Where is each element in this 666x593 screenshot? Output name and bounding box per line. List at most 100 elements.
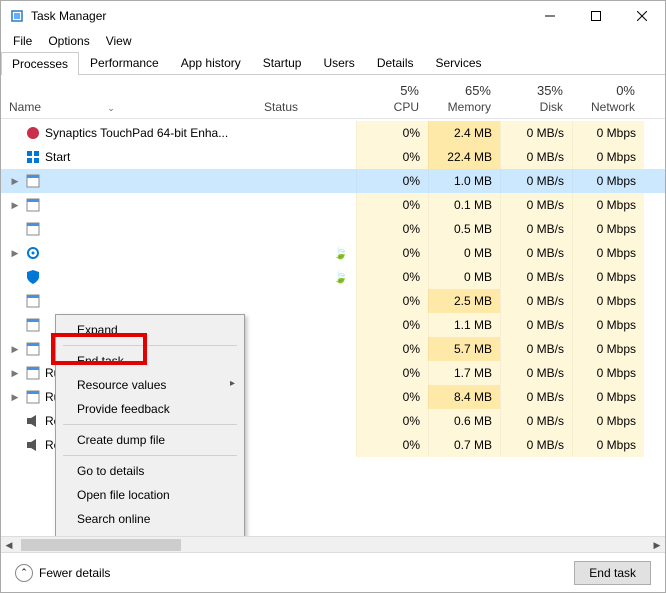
process-row[interactable]: 🍃0%0 MB0 MB/s0 Mbps — [1, 265, 665, 289]
memory-cell: 0 MB — [428, 265, 500, 289]
cpu-cell: 0% — [356, 337, 428, 361]
leaf-icon: 🍃 — [333, 246, 348, 260]
process-name-cell — [1, 217, 256, 241]
network-cell: 0 Mbps — [572, 313, 644, 337]
ctx-create-dump[interactable]: Create dump file — [59, 428, 241, 452]
disk-cell: 0 MB/s — [500, 433, 572, 457]
chevron-up-icon: ⌃ — [15, 564, 33, 582]
process-row[interactable]: ▶ 0%1.0 MB0 MB/s0 Mbps — [1, 169, 665, 193]
tab-services[interactable]: Services — [425, 51, 493, 74]
process-name-cell — [1, 265, 256, 289]
process-list[interactable]: Synaptics TouchPad 64-bit Enha...0%2.4 M… — [1, 119, 665, 536]
col-cpu[interactable]: 5% CPU — [356, 75, 428, 118]
memory-cell: 2.4 MB — [428, 121, 500, 145]
tab-app-history[interactable]: App history — [170, 51, 252, 74]
ctx-resource-values[interactable]: Resource values — [59, 373, 241, 397]
expand-icon[interactable]: ▶ — [9, 344, 21, 355]
disk-cell: 0 MB/s — [500, 217, 572, 241]
tab-processes[interactable]: Processes — [1, 52, 79, 75]
expand-icon[interactable]: ▶ — [9, 248, 21, 259]
ctx-go-details[interactable]: Go to details — [59, 459, 241, 483]
expand-icon[interactable]: ▶ — [9, 368, 21, 379]
col-disk[interactable]: 35% Disk — [500, 75, 572, 118]
scroll-left-icon[interactable]: ◀ — [1, 537, 17, 553]
minimize-button[interactable] — [527, 1, 573, 31]
ctx-provide-feedback[interactable]: Provide feedback — [59, 397, 241, 421]
memory-cell: 1.1 MB — [428, 313, 500, 337]
process-name-cell: ▶ — [1, 193, 256, 217]
horizontal-scrollbar[interactable]: ◀ ▶ — [1, 536, 665, 552]
cpu-cell: 0% — [356, 121, 428, 145]
col-network[interactable]: 0% Network — [572, 75, 644, 118]
separator — [63, 424, 237, 425]
maximize-button[interactable] — [573, 1, 619, 31]
process-row[interactable]: 0%0.5 MB0 MB/s0 Mbps — [1, 217, 665, 241]
disk-cell: 0 MB/s — [500, 385, 572, 409]
status-cell — [256, 313, 356, 337]
tab-details[interactable]: Details — [366, 51, 425, 74]
network-cell: 0 Mbps — [572, 289, 644, 313]
process-icon — [25, 197, 41, 213]
process-row[interactable]: Synaptics TouchPad 64-bit Enha...0%2.4 M… — [1, 121, 665, 145]
col-status[interactable]: Status — [256, 75, 356, 118]
end-task-button[interactable]: End task — [574, 561, 651, 585]
network-cell: 0 Mbps — [572, 217, 644, 241]
network-cell: 0 Mbps — [572, 145, 644, 169]
col-name[interactable]: Name ⌄ — [1, 75, 256, 118]
expand-icon[interactable]: ▶ — [9, 200, 21, 211]
cpu-cell: 0% — [356, 217, 428, 241]
ctx-properties[interactable]: Properties — [59, 531, 241, 536]
menu-file[interactable]: File — [5, 32, 40, 50]
disk-cell: 0 MB/s — [500, 145, 572, 169]
memory-cell: 1.0 MB — [428, 169, 500, 193]
process-row[interactable]: ▶0%0.1 MB0 MB/s0 Mbps — [1, 193, 665, 217]
memory-cell: 0.7 MB — [428, 433, 500, 457]
process-icon — [25, 221, 41, 237]
ctx-search-online[interactable]: Search online — [59, 507, 241, 531]
ctx-expand[interactable]: Expand — [59, 318, 241, 342]
tab-users[interactable]: Users — [312, 51, 365, 74]
disk-cell: 0 MB/s — [500, 193, 572, 217]
separator — [63, 345, 237, 346]
tab-strip: Processes Performance App history Startu… — [1, 51, 665, 75]
status-cell — [256, 169, 356, 193]
cpu-cell: 0% — [356, 289, 428, 313]
network-cell: 0 Mbps — [572, 121, 644, 145]
disk-cell: 0 MB/s — [500, 409, 572, 433]
fewer-details-button[interactable]: ⌃ Fewer details — [15, 564, 110, 582]
network-cell: 0 Mbps — [572, 361, 644, 385]
process-row[interactable]: 0%2.5 MB0 MB/s0 Mbps — [1, 289, 665, 313]
close-button[interactable] — [619, 1, 665, 31]
network-cell: 0 Mbps — [572, 409, 644, 433]
col-mem-label: Memory — [448, 100, 491, 114]
status-cell: 🍃 — [256, 241, 356, 265]
app-icon — [9, 8, 25, 24]
process-name-cell: Start — [1, 145, 256, 169]
col-memory[interactable]: 65% Memory — [428, 75, 500, 118]
ctx-open-file-location[interactable]: Open file location — [59, 483, 241, 507]
cpu-cell: 0% — [356, 409, 428, 433]
scroll-right-icon[interactable]: ▶ — [649, 537, 665, 553]
network-cell: 0 Mbps — [572, 169, 644, 193]
col-name-label: Name — [9, 100, 41, 114]
ctx-end-task[interactable]: End task — [59, 349, 241, 373]
process-row[interactable]: Start0%22.4 MB0 MB/s0 Mbps — [1, 145, 665, 169]
tab-startup[interactable]: Startup — [252, 51, 313, 74]
memory-cell: 8.4 MB — [428, 385, 500, 409]
col-cpu-label: CPU — [394, 100, 419, 114]
memory-cell: 5.7 MB — [428, 337, 500, 361]
expand-icon[interactable]: ▶ — [9, 392, 21, 403]
process-name-cell — [1, 289, 256, 313]
menu-view[interactable]: View — [98, 32, 140, 50]
scroll-thumb[interactable] — [21, 539, 181, 551]
process-icon — [25, 173, 41, 189]
expand-icon[interactable]: ▶ — [9, 176, 21, 187]
process-row[interactable]: ▶🍃0%0 MB0 MB/s0 Mbps — [1, 241, 665, 265]
disk-cell: 0 MB/s — [500, 361, 572, 385]
disk-cell: 0 MB/s — [500, 313, 572, 337]
menu-options[interactable]: Options — [40, 32, 97, 50]
process-name-cell: ▶ — [1, 241, 256, 265]
col-status-label: Status — [264, 100, 298, 114]
tab-performance[interactable]: Performance — [79, 51, 170, 74]
menubar: File Options View — [1, 31, 665, 51]
